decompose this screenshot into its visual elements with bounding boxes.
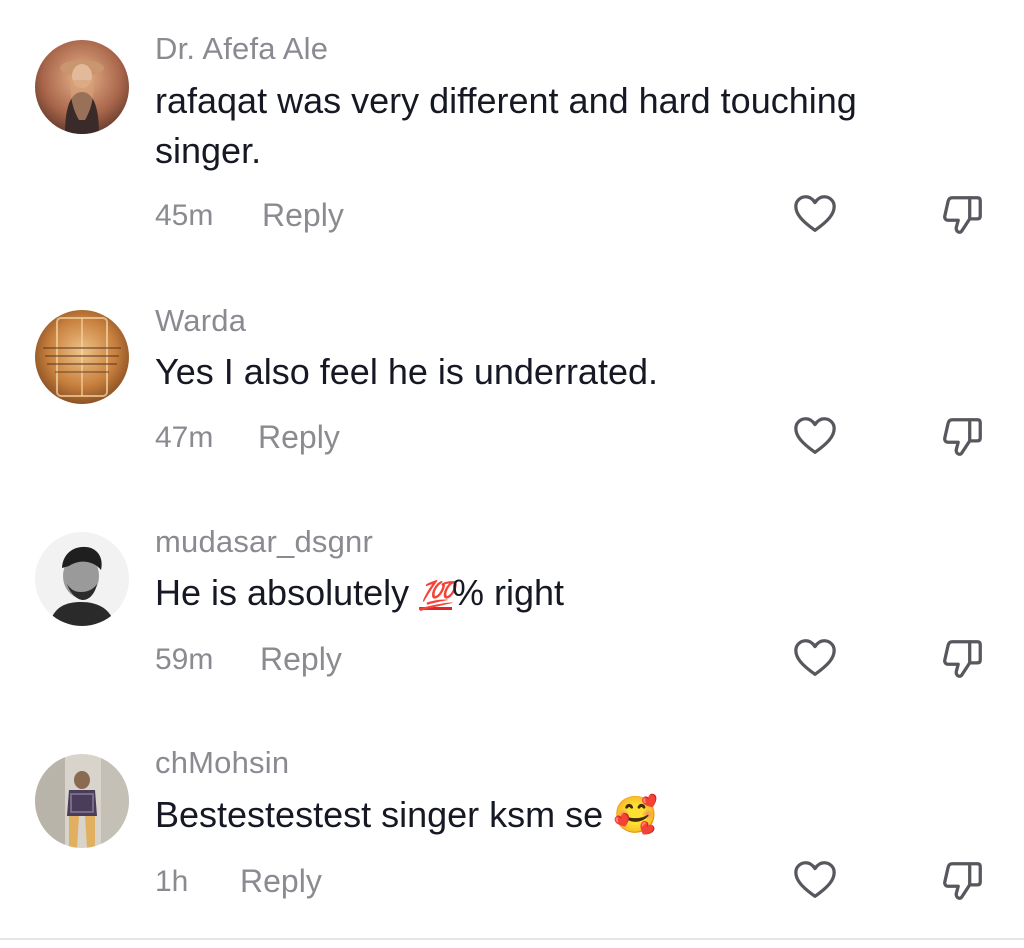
- dislike-button[interactable]: [940, 636, 986, 682]
- comment-text-part: He is absolutely: [155, 572, 420, 613]
- like-button[interactable]: [792, 192, 838, 238]
- reply-button[interactable]: Reply: [262, 197, 344, 234]
- heart-outline-icon: [792, 858, 838, 904]
- comment-text-part: Bestestestest singer ksm se: [155, 794, 604, 835]
- comment-username[interactable]: mudasar_dsgnr: [155, 524, 373, 560]
- avatar[interactable]: [35, 754, 129, 848]
- reply-button[interactable]: Reply: [240, 863, 322, 900]
- divider: [0, 938, 1024, 940]
- thumbs-down-icon: [940, 636, 986, 682]
- comment-timestamp: 59m: [155, 643, 214, 676]
- comment-text: rafaqat was very different and hard touc…: [155, 80, 857, 171]
- thumbs-down-icon: [940, 858, 986, 904]
- comment-username[interactable]: Dr. Afefa Ale: [155, 31, 328, 67]
- thumbs-down-icon: [940, 192, 986, 238]
- comment-text-part: % right: [452, 572, 565, 613]
- heart-outline-icon: [792, 414, 838, 460]
- avatar[interactable]: [35, 40, 129, 134]
- comment-username[interactable]: chMohsin: [155, 745, 289, 781]
- comment-text: Bestestestest singer ksm se 🥰: [155, 790, 945, 841]
- comment-username[interactable]: Warda: [155, 303, 246, 339]
- thumbs-down-icon: [940, 414, 986, 460]
- avatar[interactable]: [35, 532, 129, 626]
- like-button[interactable]: [792, 414, 838, 460]
- dislike-button[interactable]: [940, 414, 986, 460]
- dislike-button[interactable]: [940, 192, 986, 238]
- avatar[interactable]: [35, 310, 129, 404]
- dislike-button[interactable]: [940, 858, 986, 904]
- reply-button[interactable]: Reply: [260, 641, 342, 678]
- comment-text: He is absolutely 💯% right: [155, 568, 945, 621]
- heart-outline-icon: [792, 636, 838, 682]
- smiling-face-with-hearts-emoji: 🥰: [613, 795, 659, 836]
- heart-outline-icon: [792, 192, 838, 238]
- comment-timestamp: 45m: [155, 199, 214, 232]
- like-button[interactable]: [792, 858, 838, 904]
- reply-button[interactable]: Reply: [258, 419, 340, 456]
- comment-timestamp: 47m: [155, 421, 214, 454]
- comment-text: Yes I also feel he is underrated.: [155, 351, 658, 392]
- comment-timestamp: 1h: [155, 865, 189, 898]
- comment-list: Dr. Afefa Ale rafaqat was very different…: [0, 0, 1024, 948]
- hundred-points-emoji: 💯: [419, 579, 454, 612]
- like-button[interactable]: [792, 636, 838, 682]
